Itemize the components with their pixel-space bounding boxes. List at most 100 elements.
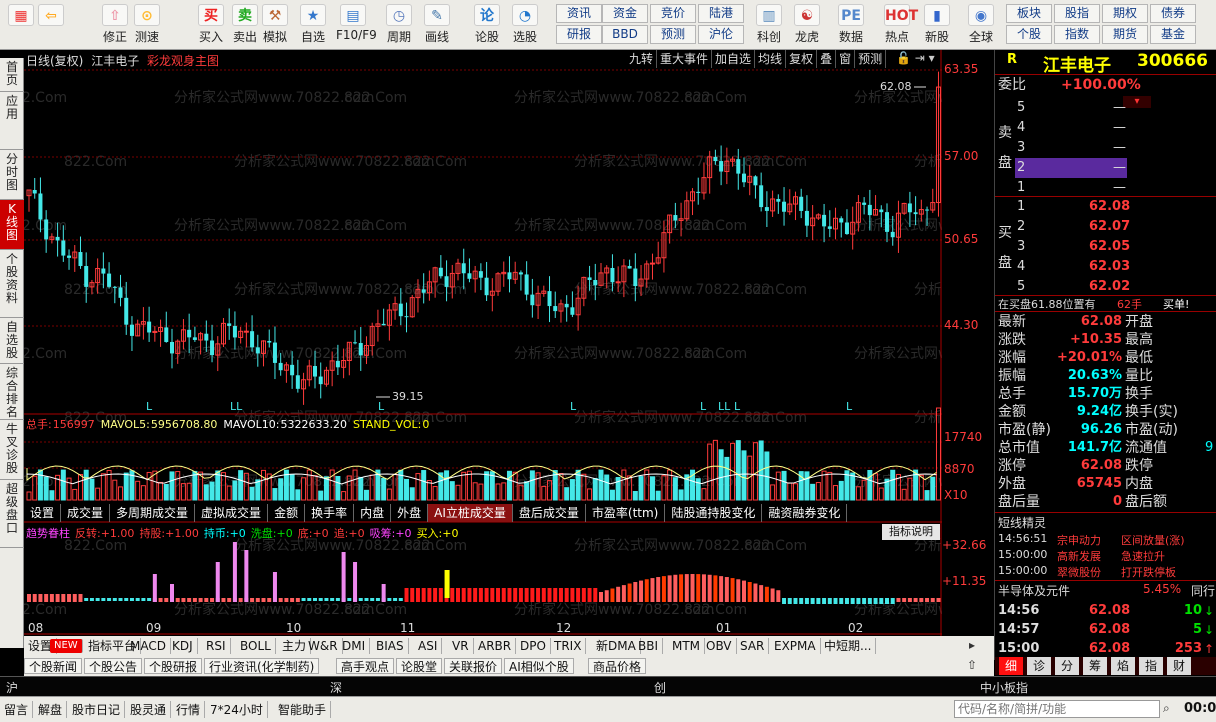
side-nav-item[interactable]: 个股资料 <box>0 250 24 318</box>
indicator-tab[interactable]: RSI <box>202 638 231 654</box>
volume-tab[interactable]: 设置 <box>24 504 62 522</box>
volume-tab[interactable]: 外盘 <box>391 504 429 522</box>
buy-level-price[interactable]: 62.08 <box>1089 198 1130 216</box>
right-tab[interactable]: 财 <box>1167 657 1191 675</box>
news-tab[interactable]: 个股研报 <box>144 658 203 674</box>
speedtest-button[interactable]: ⊙ 测速 <box>130 3 164 47</box>
indicator-tab[interactable]: W&R <box>304 638 343 654</box>
side-nav-item[interactable]: 自选股 <box>0 318 24 364</box>
data-button[interactable]: PE 数据 <box>834 3 868 47</box>
side-nav-item[interactable]: 应用 <box>0 92 24 150</box>
right-tab[interactable]: 细 <box>999 657 1023 675</box>
sell-level-3[interactable] <box>1015 138 1127 158</box>
indicator-tab[interactable]: KDJ <box>168 638 198 654</box>
sector-tag[interactable]: 同行 <box>1191 582 1215 599</box>
toolbar-link[interactable]: 资讯 <box>556 4 602 23</box>
period-button[interactable]: ◷ 周期 <box>382 3 416 47</box>
indicator-info-button[interactable]: 指标说明 <box>882 524 940 540</box>
news-tab[interactable]: 个股新闻 <box>24 658 83 674</box>
hot-button[interactable]: HOT 热点 <box>880 3 918 47</box>
period-label[interactable]: 日线(复权) <box>26 54 83 68</box>
toolbar-link[interactable]: 指数 <box>1054 25 1100 44</box>
side-nav-item[interactable]: 牛叉诊股 <box>0 420 24 480</box>
news-tab[interactable]: 个股公告 <box>84 658 143 674</box>
dropdown-icon[interactable]: ▾ <box>929 51 935 65</box>
volume-tab[interactable]: 市盈率(ttm) <box>586 504 666 522</box>
toolbar-link[interactable]: 研报 <box>556 25 602 44</box>
volume-tab[interactable]: 内盘 <box>354 504 392 522</box>
toolbar-link[interactable]: 预测 <box>650 25 696 44</box>
menu-grid-button[interactable]: ▦ <box>4 3 38 47</box>
volume-tab[interactable]: 融资融券变化 <box>762 504 848 522</box>
sh-index-label[interactable]: 沪 <box>6 679 18 696</box>
buy-button[interactable]: 买买入 <box>194 3 228 47</box>
side-nav-item[interactable]: 超级盘口 <box>0 480 24 548</box>
volume-tab[interactable]: 虚拟成交量 <box>195 504 269 522</box>
buy-level-price[interactable]: 62.07 <box>1089 218 1130 236</box>
stock-picker-button[interactable]: ◔ 选股 <box>508 3 542 47</box>
news-tab[interactable]: 论股堂 <box>396 658 443 674</box>
chart-tool[interactable]: 均线 <box>755 50 787 68</box>
toolbar-link[interactable]: 股指 <box>1054 4 1100 23</box>
volume-tab[interactable]: 陆股通持股变化 <box>665 504 763 522</box>
right-tab[interactable]: 诊 <box>1027 657 1051 675</box>
chart-tool[interactable]: 窗 <box>836 50 856 68</box>
chart-tool[interactable]: 预测 <box>855 50 887 68</box>
watchlist-button[interactable]: ★ 自选 <box>296 3 330 47</box>
global-button[interactable]: ◉ 全球 <box>964 3 998 47</box>
volume-tab[interactable]: 成交量 <box>61 504 111 522</box>
search-input[interactable] <box>954 700 1160 718</box>
sell-level-1[interactable] <box>1015 178 1127 198</box>
indicator-tab[interactable]: ASI <box>414 638 443 654</box>
sell-level-4[interactable] <box>1015 118 1127 138</box>
chart-tool[interactable]: 重大事件 <box>657 50 713 68</box>
chart-tool[interactable]: 叠 <box>817 50 837 68</box>
indicator-tab[interactable]: MTM <box>668 638 706 654</box>
right-tab[interactable]: 焰 <box>1111 657 1135 675</box>
toolbar-link[interactable]: 板块 <box>1006 4 1052 23</box>
toolbar-link[interactable]: BBD <box>602 25 648 44</box>
volume-tab[interactable]: 多周期成交量 <box>110 504 196 522</box>
status-item[interactable]: 行情 <box>176 701 206 718</box>
search-icon[interactable]: ⌕ <box>1163 701 1181 717</box>
right-tab[interactable]: 分 <box>1055 657 1079 675</box>
sell-button[interactable]: 卖卖出 <box>228 3 262 47</box>
indicator-tab[interactable]: EXPMA <box>770 638 821 654</box>
elf-stock[interactable]: 翠微股份 <box>1057 564 1101 580</box>
elf-stock[interactable]: 高新发展 <box>1057 548 1101 564</box>
status-item[interactable]: 留言 <box>4 701 34 718</box>
chart-tool[interactable]: 九转 <box>626 50 658 68</box>
indicator-tab[interactable]: ARBR <box>474 638 517 654</box>
scroll-up-icon[interactable]: ⇧ <box>967 658 977 672</box>
indicator-tab[interactable]: BBI <box>634 638 664 654</box>
adjust-button[interactable]: ⇧ 修正 <box>98 3 132 47</box>
lock-icon[interactable]: 🔓 <box>896 51 911 65</box>
sector-name[interactable]: 半导体及元件 <box>998 582 1070 599</box>
back-arrow-button[interactable]: ⇦ <box>34 3 68 47</box>
indicator-tab[interactable]: 中短期... <box>820 638 877 654</box>
toolbar-link[interactable]: 债券 <box>1150 4 1196 23</box>
kline-chart-area[interactable]: 822.Com 分析家公式网www.70822.com 822.Com 分析家公式网w… <box>4 50 1114 682</box>
side-nav-item[interactable]: 综合排名 <box>0 364 24 420</box>
indicator-tab[interactable]: OBV <box>702 638 737 654</box>
overlay-label[interactable]: 彩龙观身主图 <box>147 54 219 68</box>
news-tab[interactable]: 关联报价 <box>444 658 503 674</box>
sz-index-label[interactable]: 深 <box>330 679 342 696</box>
indicator-tab[interactable]: DMI <box>338 638 371 654</box>
indicator-tab[interactable]: NEW <box>50 639 83 653</box>
star-market-button[interactable]: ▥ 科创 <box>752 3 786 47</box>
news-tab[interactable]: AI相似个股 <box>504 658 574 674</box>
simulate-button[interactable]: ⚒ 模拟 <box>258 3 292 47</box>
sell-level-5[interactable] <box>1015 98 1127 118</box>
toolbar-link[interactable]: 期货 <box>1102 25 1148 44</box>
cy-index-label[interactable]: 创 <box>654 679 666 696</box>
volume-tab[interactable]: 金额 <box>268 504 306 522</box>
side-nav-item[interactable]: K线图 <box>0 200 24 250</box>
volume-tab[interactable]: AI立桩成交量 <box>428 504 513 522</box>
volume-tab[interactable]: 换手率 <box>305 504 355 522</box>
draw-line-button[interactable]: ✎ 画线 <box>420 3 454 47</box>
indicator-tab[interactable]: VR <box>448 638 474 654</box>
indicator-tab[interactable]: BIAS <box>372 638 409 654</box>
ipo-button[interactable]: ▮ 新股 <box>920 3 954 47</box>
status-item[interactable]: 智能助手 <box>278 701 332 718</box>
